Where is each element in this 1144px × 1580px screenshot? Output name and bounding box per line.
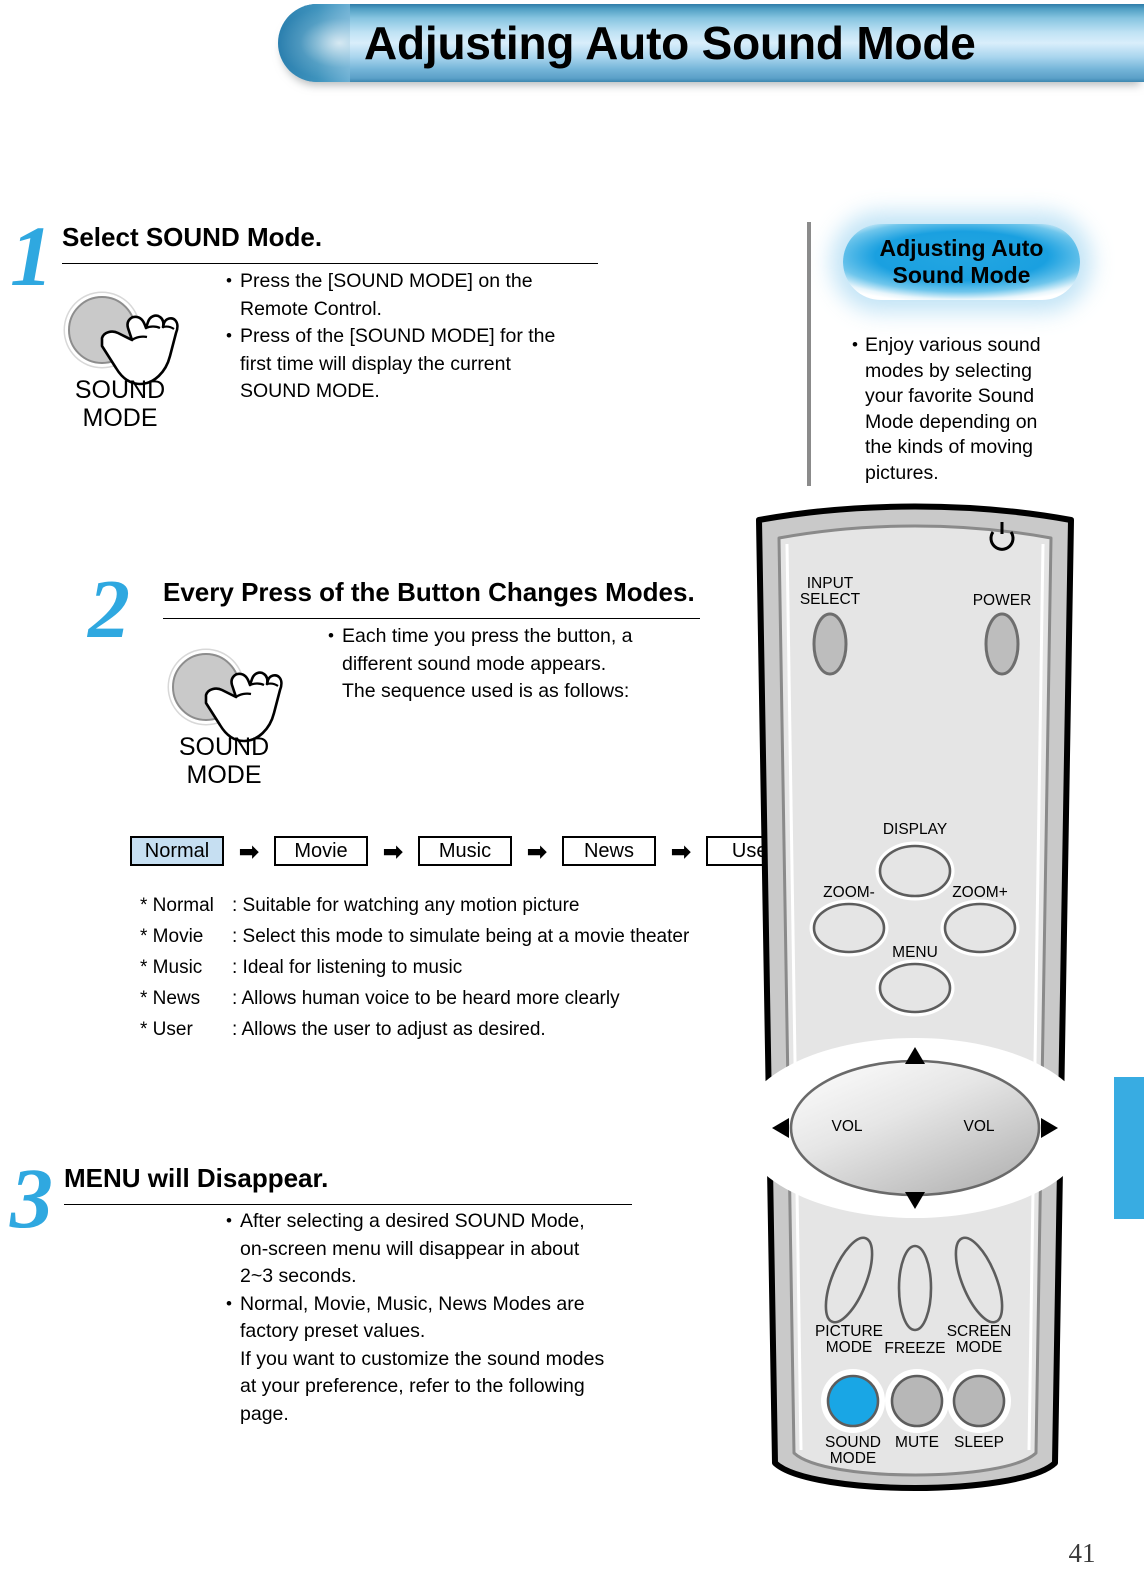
remote-label-screen-mode[interactable]: SCREEN MODE [929, 1324, 1029, 1356]
sound-mode-button-label-1: SOUND MODE [74, 376, 166, 432]
remote-label-power[interactable]: POWER [952, 592, 1052, 610]
remote-label-zoom-minus[interactable]: ZOOM- [799, 884, 899, 902]
side-panel-pill: Adjusting Auto Sound Mode [843, 224, 1080, 300]
mode-description-row: * Normal : Suitable for watching any mot… [140, 890, 689, 921]
step-divider-2 [163, 618, 700, 619]
mode-description-key: * Normal [140, 895, 214, 916]
step-title-3: MENU will Disappear. [64, 1163, 329, 1193]
mode-description-value: : Suitable for watching any motion pictu… [232, 895, 580, 916]
mode-description-row: * User : Allows the user to adjust as de… [140, 1014, 689, 1045]
step-1-body: Press the [SOUND MODE] on the Remote Con… [226, 267, 606, 406]
mode-description-row: * Music : Ideal for listening to music [140, 952, 689, 983]
remote-label-vol-up[interactable]: VOL [949, 1118, 1009, 1136]
remote-label-input-select[interactable]: INPUT SELECT [780, 576, 880, 608]
step-number-1: 1 [10, 208, 53, 304]
mode-description-key: * Music [140, 957, 203, 978]
mode-description-key: * Movie [140, 926, 204, 947]
remote-label-sleep[interactable]: SLEEP [929, 1434, 1029, 1452]
step-number-3: 3 [10, 1150, 53, 1246]
mode-description-key: * User [140, 1019, 193, 1040]
step-title-2: Every Press of the Button Changes Modes. [163, 577, 695, 607]
remote-control-illustration: INPUT SELECT POWER DISPLAY ZOOM- ZOOM+ ME… [737, 498, 1093, 1503]
mode-description-value: : Allows human voice to be heard more cl… [232, 988, 620, 1009]
mode-description-row: * News : Allows human voice to be heard … [140, 983, 689, 1014]
mode-description-row: * Movie : Select this mode to simulate b… [140, 921, 689, 952]
mode-chip-news[interactable]: News [562, 836, 656, 866]
sound-mode-button-label-2: SOUND MODE [178, 733, 270, 789]
remote-label-display[interactable]: DISPLAY [865, 821, 965, 839]
side-panel-divider [807, 222, 811, 486]
side-panel-pill-title: Adjusting Auto Sound Mode [879, 235, 1044, 288]
chain-arrow-icon: ➡ [670, 836, 692, 866]
mode-description-value: : Select this mode to simulate being at … [232, 926, 690, 947]
step-divider-1 [62, 263, 598, 264]
step-number-2: 2 [88, 563, 130, 656]
mode-chip-movie[interactable]: Movie [274, 836, 368, 866]
mode-chip-music[interactable]: Music [418, 836, 512, 866]
page-title: Adjusting Auto Sound Mode [364, 17, 976, 69]
mode-description-value: : Ideal for listening to music [232, 957, 463, 978]
step-title-1: Select SOUND Mode. [62, 222, 323, 252]
chain-arrow-icon: ➡ [526, 836, 548, 866]
mode-description-key: * News [140, 988, 201, 1009]
side-panel-body: Enjoy various sound modes by selecting y… [852, 332, 1067, 486]
sound-mode-sequence: Normal ➡ Movie ➡ Music ➡ News ➡ User [130, 836, 800, 866]
remote-label-vol-down[interactable]: VOL [817, 1118, 877, 1136]
mode-description-value: : Allows the user to adjust as desired. [232, 1019, 546, 1040]
chain-arrow-icon: ➡ [382, 836, 404, 866]
step-2-body: Each time you press the button, a differ… [328, 622, 703, 706]
mode-description-list: * Normal : Suitable for watching any mot… [140, 890, 689, 1045]
step-divider-3 [64, 1204, 632, 1205]
page-number: 41 [1068, 1538, 1096, 1568]
page-edge-tab [1114, 1077, 1144, 1219]
remote-label-menu[interactable]: MENU [865, 944, 965, 962]
chain-arrow-icon: ➡ [238, 836, 260, 866]
mode-chip-normal[interactable]: Normal [130, 836, 224, 866]
step-3-body: After selecting a desired SOUND Mode, on… [226, 1207, 636, 1428]
remote-label-zoom-plus[interactable]: ZOOM+ [930, 884, 1030, 902]
page-header-banner: Adjusting Auto Sound Mode [278, 4, 1144, 82]
